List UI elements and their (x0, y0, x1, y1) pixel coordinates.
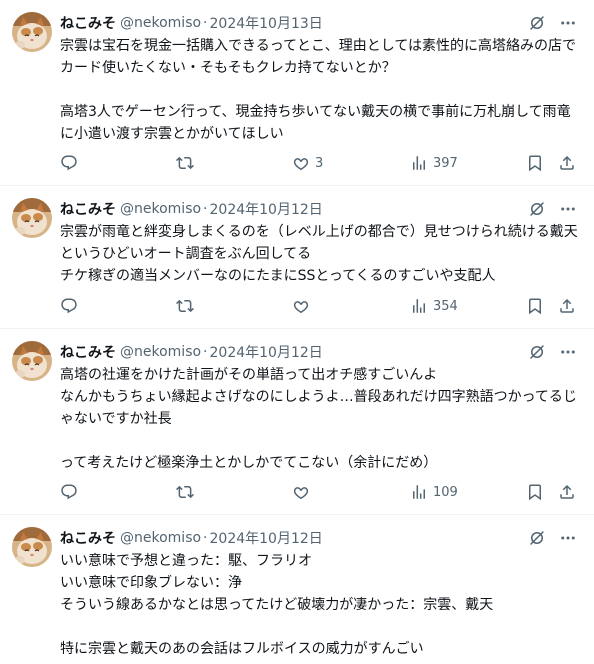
grok-icon[interactable] (528, 343, 546, 361)
heart-icon (292, 297, 310, 315)
separator-dot: · (203, 15, 208, 31)
analytics-icon (410, 297, 428, 315)
avatar[interactable] (12, 341, 52, 381)
separator-dot: · (203, 530, 208, 546)
user-handle[interactable]: @nekomiso (120, 344, 201, 360)
bookmark-button[interactable] (526, 296, 544, 316)
bookmark-icon (526, 154, 544, 172)
heart-icon (292, 483, 310, 501)
tweet-header: ねこみそ @nekomiso · 2024年10月12日 (60, 342, 323, 362)
view-count: 354 (433, 298, 458, 314)
tweet-text: 高塔の社運をかけた計画がその単語って出オチ感すごいんよ なんかもうちょい縁起よさ… (60, 367, 577, 471)
share-button[interactable] (558, 296, 576, 316)
share-button[interactable] (558, 153, 576, 173)
bookmark-icon (526, 297, 544, 315)
more-options-icon[interactable] (559, 529, 577, 547)
display-name[interactable]: ねこみそ (60, 13, 116, 33)
avatar[interactable] (12, 12, 52, 52)
view-count: 109 (433, 484, 458, 500)
share-icon (558, 154, 576, 172)
more-options-icon[interactable] (559, 14, 577, 32)
tweet[interactable]: ねこみそ @nekomiso · 2024年10月13日 宗雲は宝石を現金一括購… (0, 0, 594, 186)
share-button[interactable] (558, 482, 576, 502)
action-bar: 354 (60, 296, 580, 316)
retweet-button[interactable] (176, 296, 199, 316)
grok-icon[interactable] (528, 14, 546, 32)
tweet-header: ねこみそ @nekomiso · 2024年10月12日 (60, 528, 323, 548)
tweet-date[interactable]: 2024年10月12日 (210, 199, 323, 219)
display-name[interactable]: ねこみそ (60, 528, 116, 548)
tweet[interactable]: ねこみそ @nekomiso · 2024年10月12日 いい意味で予想と違った… (0, 515, 594, 664)
action-bar: 109 (60, 482, 580, 502)
views-button[interactable]: 109 (410, 482, 458, 502)
user-handle[interactable]: @nekomiso (120, 15, 201, 31)
tweet-date[interactable]: 2024年10月12日 (210, 528, 323, 548)
tweet-date[interactable]: 2024年10月13日 (210, 13, 323, 33)
retweet-icon (176, 483, 194, 501)
bookmark-button[interactable] (526, 153, 544, 173)
reply-icon (60, 154, 78, 172)
timeline-feed: ねこみそ @nekomiso · 2024年10月13日 宗雲は宝石を現金一括購… (0, 0, 594, 664)
separator-dot: · (203, 344, 208, 360)
bookmark-button[interactable] (526, 482, 544, 502)
share-icon (558, 297, 576, 315)
display-name[interactable]: ねこみそ (60, 199, 116, 219)
reply-button[interactable] (60, 153, 83, 173)
like-count: 3 (315, 155, 324, 171)
reply-icon (60, 297, 78, 315)
more-options-icon[interactable] (559, 343, 577, 361)
views-button[interactable]: 354 (410, 296, 458, 316)
share-icon (558, 483, 576, 501)
reply-button[interactable] (60, 296, 83, 316)
user-handle[interactable]: @nekomiso (120, 530, 201, 546)
like-button[interactable]: 3 (292, 153, 323, 173)
reply-button[interactable] (60, 482, 83, 502)
user-handle[interactable]: @nekomiso (120, 201, 201, 217)
retweet-icon (176, 154, 194, 172)
separator-dot: · (203, 201, 208, 217)
tweet-header: ねこみそ @nekomiso · 2024年10月12日 (60, 199, 323, 219)
tweet-text: いい意味で予想と違った：駆、フラリオ いい意味で印象ブレない：浄 そういう線ある… (60, 553, 494, 657)
tweet[interactable]: ねこみそ @nekomiso · 2024年10月12日 高塔の社運をかけた計画… (0, 329, 594, 515)
tweet[interactable]: ねこみそ @nekomiso · 2024年10月12日 宗雲が雨竜と絆変身しま… (0, 186, 594, 329)
tweet-text: 宗雲が雨竜と絆変身しまくるのを（レベル上げの都合で）見せつけられ続ける戴天 とい… (60, 224, 578, 284)
tweet-text: 宗雲は宝石を現金一括購入できるってとこ、理由としては素性的に高塔絡みの店で カー… (60, 38, 577, 142)
more-options-icon[interactable] (559, 200, 577, 218)
tweet-date[interactable]: 2024年10月12日 (210, 342, 323, 362)
analytics-icon (410, 483, 428, 501)
display-name[interactable]: ねこみそ (60, 342, 116, 362)
retweet-icon (176, 297, 194, 315)
action-bar: 3 397 (60, 153, 580, 173)
retweet-button[interactable] (176, 482, 199, 502)
avatar[interactable] (12, 198, 52, 238)
bookmark-icon (526, 483, 544, 501)
view-count: 397 (433, 155, 458, 171)
analytics-icon (410, 154, 428, 172)
tweet-header: ねこみそ @nekomiso · 2024年10月13日 (60, 13, 323, 33)
grok-icon[interactable] (528, 200, 546, 218)
avatar[interactable] (12, 527, 52, 567)
like-button[interactable] (292, 482, 315, 502)
grok-icon[interactable] (528, 529, 546, 547)
like-button[interactable] (292, 296, 315, 316)
reply-icon (60, 483, 78, 501)
heart-icon (292, 154, 310, 172)
views-button[interactable]: 397 (410, 153, 458, 173)
retweet-button[interactable] (176, 153, 199, 173)
